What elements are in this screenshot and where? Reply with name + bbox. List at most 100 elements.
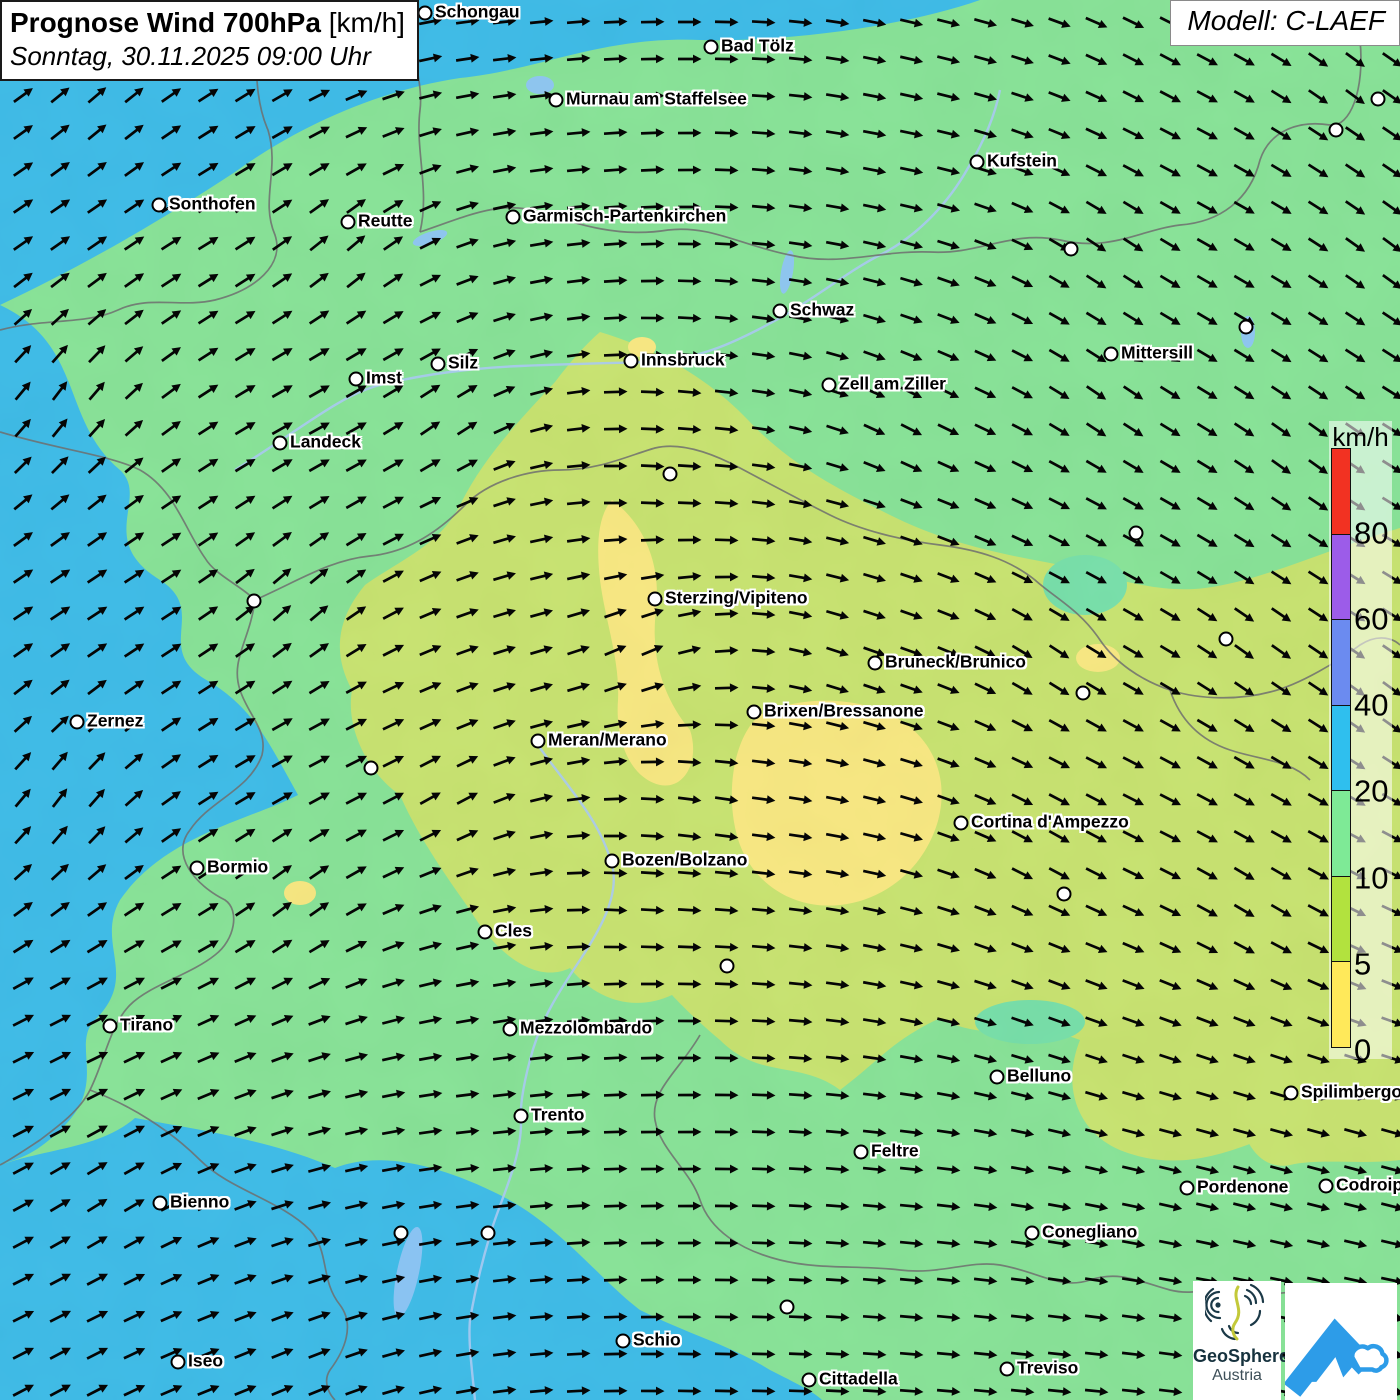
city-marker [802,1373,817,1388]
city-marker [1284,1086,1299,1101]
city-label: Schio [633,1330,681,1351]
city-marker [1239,320,1254,335]
city-marker [1219,632,1234,647]
city-marker [503,1022,518,1037]
city-marker [1129,526,1144,541]
city-label: Bozen/Bolzano [622,850,747,871]
mountain-cloud-logo-box [1285,1283,1397,1400]
legend-color-bar [1331,448,1351,1048]
city-label: Sonthofen [169,194,256,215]
city-label: Tirano [120,1015,173,1036]
city-label: Bruneck/Brunico [885,652,1026,673]
city-marker [273,436,288,451]
city-label: Imst [366,368,402,389]
city-label: Murnau am Staffelsee [566,89,747,110]
city-marker [1371,92,1386,107]
city-marker [868,656,883,671]
city-marker [1319,1179,1334,1194]
geosphere-contour-icon [1205,1281,1269,1343]
city-label: Codroipo [1336,1175,1400,1196]
city-marker [481,1226,496,1241]
city-marker [720,959,735,974]
city-marker [247,594,262,609]
city-marker [780,1300,795,1315]
legend-value-5: 5 [1354,946,1371,982]
city-marker [70,715,85,730]
city-label: Spilimbergo [1301,1082,1400,1103]
city-marker [773,304,788,319]
legend-value-10: 10 [1354,860,1388,896]
title-unit: [km/h] [321,7,405,38]
legend-segment-5 [1332,876,1350,962]
geosphere-name: GeoSphere [1193,1346,1281,1367]
city-marker [954,816,969,831]
city-label: Iseo [188,1351,223,1372]
city-label: Meran/Merano [548,730,667,751]
city-label: Pordenone [1197,1177,1288,1198]
forecast-datetime: Sonntag, 30.11.2025 09:00 Uhr [10,41,405,72]
legend-segment-40 [1332,619,1350,705]
city-label: Innsbruck [641,350,725,371]
city-label: Cles [495,921,532,942]
geosphere-logo-box: GeoSphere Austria [1193,1281,1281,1400]
city-label: Conegliano [1042,1222,1137,1243]
city-label: Feltre [871,1141,919,1162]
city-marker [531,734,546,749]
city-marker [605,854,620,869]
city-label: Bormio [207,857,268,878]
city-label: Garmisch-Partenkirchen [523,206,726,227]
city-marker [514,1109,529,1124]
city-label: Reutte [358,211,412,232]
city-label: Mezzolombardo [520,1018,652,1039]
city-marker [616,1334,631,1349]
city-marker [478,925,493,940]
forecast-title: Prognose Wind 700hPa [km/h] [10,7,405,39]
city-marker [153,1196,168,1211]
city-label: Cittadella [819,1369,898,1390]
city-label: Trento [531,1105,584,1126]
city-marker [341,215,356,230]
city-marker [970,155,985,170]
city-marker [394,1226,409,1241]
legend-segment-60 [1332,534,1350,620]
city-label: Brixen/Bressanone [764,701,924,722]
title-parameter: Prognose Wind 700hPa [10,7,321,38]
city-marker [418,6,433,21]
forecast-title-box: Prognose Wind 700hPa [km/h] Sonntag, 30.… [0,0,419,81]
legend-segment-0 [1332,961,1350,1047]
city-label: Zernez [87,711,143,732]
city-marker [822,378,837,393]
legend-value-40: 40 [1354,688,1388,724]
city-label: Schongau [435,2,520,23]
city-marker [1180,1181,1195,1196]
city-marker [364,761,379,776]
city-label: Silz [448,353,478,374]
model-label-box: Modell: C-LAEF [1170,0,1400,46]
city-marker [1329,123,1344,138]
legend-segment-20 [1332,705,1350,791]
city-marker [1104,347,1119,362]
city-marker [152,198,167,213]
city-marker [990,1070,1005,1085]
city-label: Schwaz [790,300,854,321]
city-marker [1076,686,1091,701]
city-marker [648,592,663,607]
city-label: Bienno [170,1192,229,1213]
city-marker [704,40,719,55]
legend-value-60: 60 [1354,601,1388,637]
city-marker [1000,1362,1015,1377]
weather-map-stage: KemptenSchongauBad TölzMurnau am Staffel… [0,0,1400,1400]
geosphere-country: Austria [1193,1367,1281,1385]
mountain-cloud-icon [1285,1283,1397,1400]
city-label: Mittersill [1121,343,1193,364]
city-label: Kufstein [987,151,1057,172]
city-marker [431,357,446,372]
legend-segment-10 [1332,790,1350,876]
city-marker [549,93,564,108]
city-label: Treviso [1017,1358,1078,1379]
city-marker [349,372,364,387]
city-label: Cortina d'Ampezzo [971,812,1129,833]
city-label: Bad Tölz [721,36,794,57]
city-label: Sterzing/Vipiteno [665,588,808,609]
city-marker [506,210,521,225]
